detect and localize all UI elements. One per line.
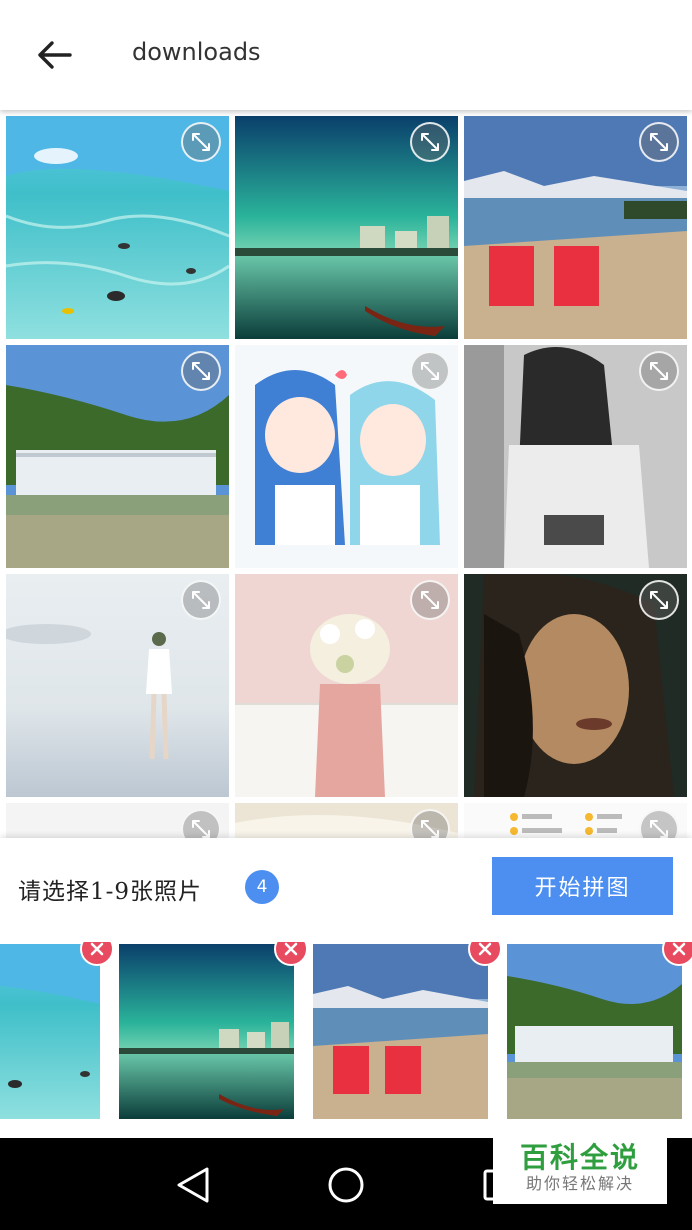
expand-arrows-icon (421, 591, 439, 609)
photo-woman-grayscale[interactable] (464, 345, 687, 568)
close-icon (478, 942, 492, 956)
selected-photo-green-sky-city-lake[interactable] (119, 942, 308, 1119)
start-collage-button[interactable]: 开始拼图 (492, 857, 673, 915)
photo-green-sky-city-lake[interactable] (235, 116, 458, 339)
selection-panel: 请选择1-9张照片 4 开始拼图 (0, 838, 692, 1138)
selected-photos-strip[interactable] (0, 942, 692, 1122)
photo-grid (6, 116, 687, 838)
photo-partial-white[interactable] (6, 803, 229, 838)
green-sky-city-lake-image (119, 944, 294, 1119)
expand-arrows-icon (650, 362, 668, 380)
expand-arrows-icon (192, 820, 210, 838)
expand-arrows-icon (650, 591, 668, 609)
expand-button[interactable] (639, 122, 679, 162)
waterfall-image (507, 944, 682, 1119)
photo-waterfall[interactable] (6, 345, 229, 568)
close-icon (672, 942, 686, 956)
expand-button[interactable] (181, 122, 221, 162)
watermark-title: 百科全说 (519, 1141, 640, 1174)
expand-button[interactable] (410, 580, 450, 620)
expand-arrows-icon (421, 362, 439, 380)
arrow-left-icon (38, 41, 72, 69)
selected-photo-underwater-sea[interactable] (0, 942, 114, 1119)
expand-arrows-icon (192, 591, 210, 609)
expand-arrows-icon (192, 362, 210, 380)
red-chairs-lake-image (313, 944, 488, 1119)
watermark-subtitle: 助你轻松解决 (525, 1174, 634, 1193)
photo-grid-area[interactable] (0, 110, 692, 838)
expand-button[interactable] (181, 351, 221, 391)
photo-woman-face-dark[interactable] (464, 574, 687, 797)
watermark-logo: 百科全说 助你轻松解决 (493, 1132, 667, 1204)
expand-arrows-icon (650, 133, 668, 151)
photo-partial-emoji-list[interactable] (464, 803, 687, 838)
nav-home-button[interactable] (321, 1160, 371, 1210)
nav-back-button[interactable] (168, 1160, 218, 1210)
expand-button[interactable] (410, 351, 450, 391)
nav-home-icon (328, 1167, 364, 1203)
nav-back-icon (177, 1167, 209, 1203)
close-icon (284, 942, 298, 956)
expand-arrows-icon (421, 133, 439, 151)
photo-anime-girls[interactable] (235, 345, 458, 568)
close-icon (90, 942, 104, 956)
photo-girl-with-flowers[interactable] (235, 574, 458, 797)
expand-button[interactable] (639, 580, 679, 620)
selected-photo-red-chairs-lake[interactable] (313, 942, 502, 1119)
underwater-sea-image (0, 944, 100, 1119)
app-bar: downloads (0, 0, 692, 110)
selected-photo-waterfall[interactable] (507, 942, 692, 1119)
expand-arrows-icon (192, 133, 210, 151)
selected-count-badge: 4 (245, 870, 279, 904)
expand-button[interactable] (181, 580, 221, 620)
page-title: downloads (132, 38, 261, 66)
photo-partial-paper[interactable] (235, 803, 458, 838)
expand-arrows-icon (421, 820, 439, 838)
photo-red-chairs-lake[interactable] (464, 116, 687, 339)
back-button[interactable] (24, 30, 84, 80)
select-prompt-label: 请选择1-9张照片 (18, 879, 203, 905)
expand-button[interactable] (639, 351, 679, 391)
photo-girl-misty-beach[interactable] (6, 574, 229, 797)
expand-arrows-icon (650, 820, 668, 838)
expand-button[interactable] (410, 122, 450, 162)
photo-underwater-sea[interactable] (6, 116, 229, 339)
